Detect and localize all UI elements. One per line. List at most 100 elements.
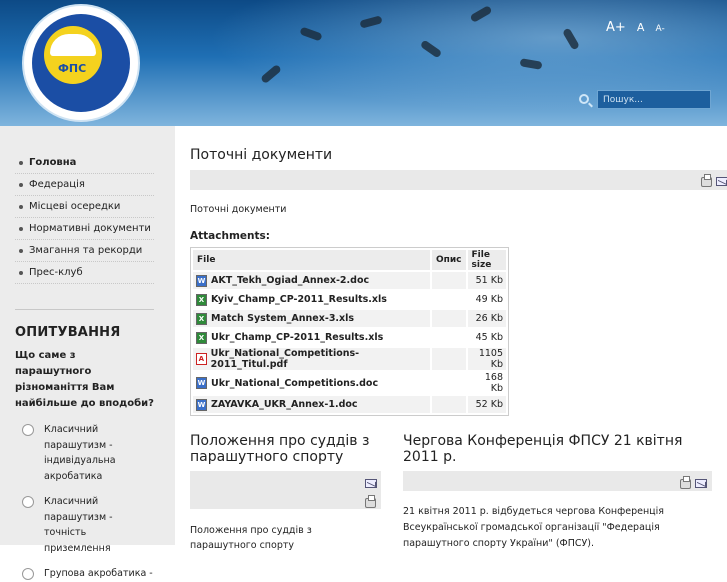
menu-item-label: Прес-клуб (29, 267, 83, 278)
table-row: X Match System_Annex-3.xls 26 Kb (193, 310, 506, 327)
search-icon (579, 94, 589, 104)
main-menu: Головна Федерація Місцеві осередки Норма… (15, 152, 154, 284)
column-header: Опис (432, 250, 466, 270)
file-link[interactable]: W Ukr_National_Competitions.doc (196, 377, 427, 389)
file-size: 1105 Kb (467, 348, 506, 370)
poll-option-label: Класичний парашутизм - точність приземле… (44, 496, 113, 554)
bullet-icon (19, 204, 23, 209)
column-header: File (193, 250, 430, 270)
table-row: X Ukr_Champ_CP-2011_Results.xls 45 Kb (193, 329, 506, 346)
poll-question: Що саме з парашутного різноманіття Вам н… (15, 350, 154, 409)
file-size: 45 Kb (475, 332, 503, 343)
poll-option[interactable]: Класичний парашутизм - індивідуальна акр… (15, 422, 154, 484)
file-link[interactable]: W AKT_Tekh_Ogiad_Annex-2.doc (196, 274, 427, 287)
xls-file-icon: X (196, 312, 207, 325)
file-name: AKT_Tekh_Ogiad_Annex-2.doc (211, 275, 370, 286)
radio-button[interactable] (22, 568, 34, 580)
email-icon[interactable] (695, 479, 707, 488)
file-size: 26 Kb (467, 310, 506, 327)
logo[interactable]: ФПС (24, 6, 138, 120)
sidebar: Головна Федерація Місцеві осередки Норма… (0, 126, 175, 580)
menu-item-federation[interactable]: Федерація (15, 174, 154, 196)
poll-option-label: Групова акробатика - (44, 568, 153, 579)
menu-item-label: Нормативні документи (29, 223, 151, 234)
print-icon[interactable] (365, 495, 376, 508)
logo-emblem: ФПС (44, 26, 102, 84)
article-body: Поточні документи (190, 204, 287, 215)
article-title[interactable]: Чергова Конференція ФПСУ 21 квітня 2011 … (403, 433, 703, 465)
file-size: 49 Kb (475, 294, 503, 305)
file-name: Ukr_Champ_CP-2011_Results.xls (211, 332, 384, 343)
file-size: 52 Kb (467, 396, 506, 413)
pdf-file-icon: A (196, 353, 207, 365)
font-increase-button[interactable]: A+ (606, 20, 626, 35)
search-input[interactable] (597, 90, 711, 109)
poll-option[interactable]: Групова акробатика - (15, 566, 154, 582)
table-row: W ZAYAVKA_UKR_Annex-1.doc 52 Kb (193, 396, 506, 413)
table-row: A Ukr_National_Competitions-2011_Titul.pd… (193, 348, 506, 370)
radio-button[interactable] (22, 424, 34, 436)
bullet-icon (19, 226, 23, 231)
file-description (432, 372, 466, 394)
xls-file-icon: X (196, 293, 207, 306)
table-row: W Ukr_National_Competitions.doc 168 Kb (193, 372, 506, 394)
file-size: 168 Kb (484, 372, 503, 394)
attachments-label: Attachments: (190, 230, 270, 242)
font-reset-button[interactable]: A (637, 21, 645, 34)
menu-item-local-branches[interactable]: Місцеві осередки (15, 196, 154, 218)
doc-file-icon: W (196, 377, 207, 389)
doc-file-icon: W (196, 398, 207, 411)
column-header: File size (467, 250, 506, 270)
menu-item-competitions[interactable]: Змагання та рекорди (15, 240, 154, 262)
article-actions (680, 476, 707, 489)
font-decrease-button[interactable]: A- (656, 24, 665, 34)
article-title: Поточні документи (190, 147, 333, 163)
bullet-icon (19, 248, 23, 253)
radio-button[interactable] (22, 496, 34, 508)
file-link[interactable]: W ZAYAVKA_UKR_Annex-1.doc (196, 398, 427, 411)
menu-item-label: Федерація (29, 179, 85, 190)
print-icon[interactable] (701, 174, 712, 187)
file-link[interactable]: A Ukr_National_Competitions-2011_Titul.pd… (196, 348, 427, 370)
file-description (432, 272, 466, 289)
print-icon[interactable] (680, 476, 691, 489)
attachments-table: File Опис File size W AKT_Tekh_Ogiad_Anne… (190, 247, 509, 416)
article-toolbar (190, 170, 727, 190)
header-banner: ФПС A+ A A- (0, 0, 727, 126)
bullet-icon (19, 270, 23, 275)
menu-item-home[interactable]: Головна (15, 152, 154, 174)
poll-option[interactable]: Класичний парашутизм - точність приземле… (15, 494, 154, 556)
email-icon[interactable] (365, 479, 377, 488)
file-link[interactable]: X Match System_Annex-3.xls (196, 312, 427, 325)
bullet-icon (19, 160, 23, 165)
table-row: W AKT_Tekh_Ogiad_Annex-2.doc 51 Kb (193, 272, 506, 289)
bullet-icon (19, 182, 23, 187)
article-toolbar (403, 471, 712, 491)
table-row: X Kyiv_Champ_CP-2011_Results.xls 49 Kb (193, 291, 506, 308)
file-description (432, 329, 466, 346)
file-name: Ukr_National_Competitions-2011_Titul.pdf (210, 348, 360, 370)
doc-file-icon: W (196, 274, 207, 287)
file-name: Match System_Annex-3.xls (211, 313, 355, 324)
logo-text: ФПС (58, 62, 87, 75)
menu-item-press[interactable]: Прес-клуб (15, 262, 154, 284)
article-title[interactable]: Положення про суддів з парашутного спорт… (190, 433, 380, 465)
menu-item-label: Місцеві осередки (29, 201, 121, 212)
divider (15, 309, 154, 310)
menu-item-label: Змагання та рекорди (29, 245, 143, 256)
file-link[interactable]: X Kyiv_Champ_CP-2011_Results.xls (196, 293, 427, 306)
file-description (432, 291, 466, 308)
email-icon[interactable] (716, 177, 727, 186)
file-size: 51 Kb (467, 272, 506, 289)
menu-item-label: Головна (29, 157, 77, 168)
xls-file-icon: X (196, 331, 207, 344)
menu-item-regulations[interactable]: Нормативні документи (15, 218, 154, 240)
file-description (432, 396, 466, 413)
file-name: Kyiv_Champ_CP-2011_Results.xls (211, 294, 387, 305)
article-toolbar (190, 471, 381, 509)
article-actions (701, 174, 727, 187)
file-link[interactable]: X Ukr_Champ_CP-2011_Results.xls (196, 331, 427, 344)
poll-option-label: Класичний парашутизм - індивідуальна акр… (44, 424, 116, 482)
file-description (432, 310, 466, 327)
font-size-controls: A+ A A- (606, 16, 671, 35)
